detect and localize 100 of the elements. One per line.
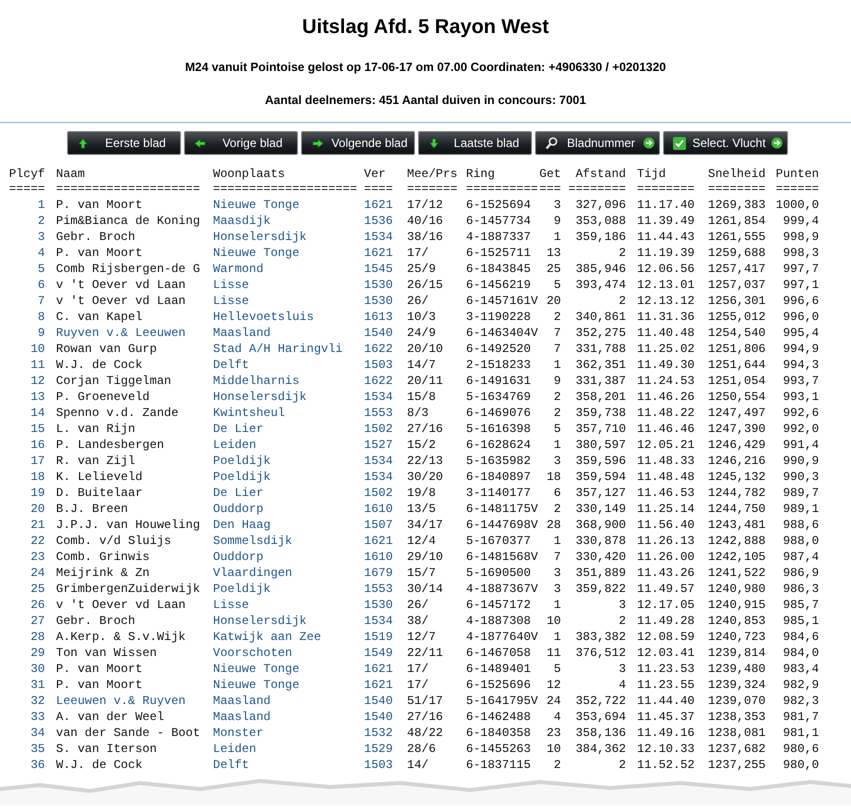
name-cell-text: GrimbergenZuiderwijk	[55, 581, 200, 597]
town-cell-text: Katwijk aan Zee	[212, 629, 322, 645]
place-cell-text: 3	[36, 229, 45, 245]
count-cell: 10	[546, 741, 561, 757]
place-cell-text: 2	[36, 213, 45, 229]
count-cell: 4	[554, 709, 561, 725]
ring-cell-text: 6-1837115	[465, 757, 531, 773]
ring-cell-text: 6-1455263	[465, 741, 531, 757]
count-cell: 25	[546, 261, 561, 277]
name-cell-text: Corjan Tiggelman	[55, 373, 172, 389]
member-cell-text: 1622	[363, 373, 393, 389]
points-cell: 980,0	[782, 757, 819, 773]
nav-button[interactable]: Eerste blad	[67, 131, 181, 155]
ring-cell-text: 6-1525696	[465, 677, 531, 693]
name-cell-text: Ton van Wissen	[55, 645, 157, 661]
distance-cell: 4	[618, 677, 626, 693]
name-cell-text: Meijrink & Zn	[55, 565, 150, 581]
points-cell: 993,1	[782, 389, 819, 405]
column-header: Ver	[363, 167, 386, 182]
distance-cell: 357,710	[576, 421, 626, 437]
place-cell-text: 10	[30, 341, 45, 357]
town-cell-text: Ouddorp	[212, 501, 264, 517]
nav-button[interactable]: Select. Vlucht	[663, 131, 788, 155]
points-cell: 996,6	[782, 293, 819, 309]
nav-button[interactable]: Laatste blad	[418, 131, 532, 155]
entries-cell-text: 22/13	[406, 453, 444, 469]
count-cell: 24	[546, 693, 561, 709]
place-cell-text: 14	[30, 405, 45, 421]
town-cell-text: Lisse	[212, 277, 250, 293]
time-cell-text: 11.56.40	[636, 517, 695, 533]
speed-cell-text: 1261,854	[707, 213, 766, 229]
time-cell-text: 11.44.40	[636, 693, 695, 709]
time-cell-text: 11.31.36	[636, 309, 695, 325]
nav-button[interactable]: Bladnummer	[535, 131, 660, 155]
member-cell-text: 1530	[363, 293, 393, 309]
distance-cell: 3	[618, 597, 626, 613]
town-cell-text: Ouddorp	[212, 549, 264, 565]
count-cell: 7	[554, 549, 561, 565]
entries-cell-text: 30/20	[406, 469, 444, 485]
entries-cell-text: 38/16	[406, 229, 444, 245]
member-cell-text: 1679	[363, 565, 393, 581]
ring-cell-text: 6-1467058	[465, 645, 531, 661]
town-cell-text: Leiden	[212, 741, 256, 757]
entries-cell-text: 17/12	[406, 197, 444, 213]
place-cell-text: 35	[30, 741, 45, 757]
count-cell: 2	[554, 501, 561, 517]
place-cell-text: 4	[36, 245, 45, 261]
time-cell-text: 11.49.57	[636, 581, 695, 597]
ring-cell-text: 3-1140177	[465, 485, 531, 501]
town-cell-text: Nieuwe Tonge	[212, 197, 300, 213]
name-cell-text: B.J. Breen	[55, 501, 128, 517]
town-cell-text: Nieuwe Tonge	[212, 245, 300, 261]
place-cell-text: 6	[36, 277, 45, 293]
ring-cell-text: 6-1840358	[465, 725, 531, 741]
entries-cell-text: 12/7	[406, 629, 436, 645]
distance-cell: 330,420	[576, 549, 626, 565]
speed-cell-text: 1238,353	[707, 709, 766, 725]
town-cell-text: Hellevoetsluis	[212, 309, 314, 325]
count-cell: 1	[554, 533, 561, 549]
entries-cell-text: 14/7	[406, 357, 436, 373]
speed-cell-text: 1256,301	[707, 293, 766, 309]
column-header: Get	[539, 167, 561, 182]
nav-button[interactable]: Vorige blad	[184, 131, 298, 155]
name-cell-text: P. van Moort	[55, 661, 142, 677]
column-header: Tijd	[636, 167, 666, 182]
entries-cell-text: 28/6	[406, 741, 436, 757]
distance-cell: 380,597	[576, 437, 626, 453]
distance-cell: 359,594	[576, 469, 626, 485]
arrow-icon	[643, 137, 655, 149]
time-cell-text: 11.48.48	[636, 469, 695, 485]
entries-cell-text: 29/10	[406, 549, 444, 565]
distance-cell: 331,387	[576, 373, 626, 389]
distance-cell: 358,136	[576, 725, 626, 741]
town-cell-text: Voorschoten	[212, 645, 292, 661]
entries-cell-text: 17/	[406, 661, 429, 677]
nav-button[interactable]: Volgende blad	[301, 131, 415, 155]
entries-cell-text: 26/	[406, 293, 429, 309]
count-cell: 3	[554, 453, 561, 469]
speed-cell-text: 1239,070	[707, 693, 766, 709]
town-cell-text: Delft	[212, 357, 250, 373]
distance-cell: 353,694	[576, 709, 626, 725]
member-cell-text: 1610	[363, 501, 393, 517]
place-cell-text: 23	[30, 549, 45, 565]
ring-cell-text: 6-1492520	[465, 341, 531, 357]
time-cell-text: 12.13.01	[636, 277, 695, 293]
points-cell: 989,1	[782, 501, 819, 517]
count-cell: 3	[554, 565, 561, 581]
member-cell-text: 1621	[363, 197, 393, 213]
header-rule: =======	[406, 182, 458, 197]
speed-cell-text: 1241,522	[707, 565, 766, 581]
points-cell: 988,0	[782, 533, 819, 549]
town-cell-text: Nieuwe Tonge	[212, 677, 300, 693]
member-cell-text: 1502	[363, 485, 393, 501]
place-cell-text: 7	[36, 293, 45, 309]
count-cell: 3	[554, 581, 561, 597]
count-cell: 9	[554, 373, 561, 389]
time-cell-text: 11.46.46	[636, 421, 695, 437]
ring-cell-text: 6-1457161V	[465, 293, 538, 309]
points-cell: 982,9	[782, 677, 819, 693]
name-cell-text: Spenno v.d. Zande	[55, 405, 178, 421]
